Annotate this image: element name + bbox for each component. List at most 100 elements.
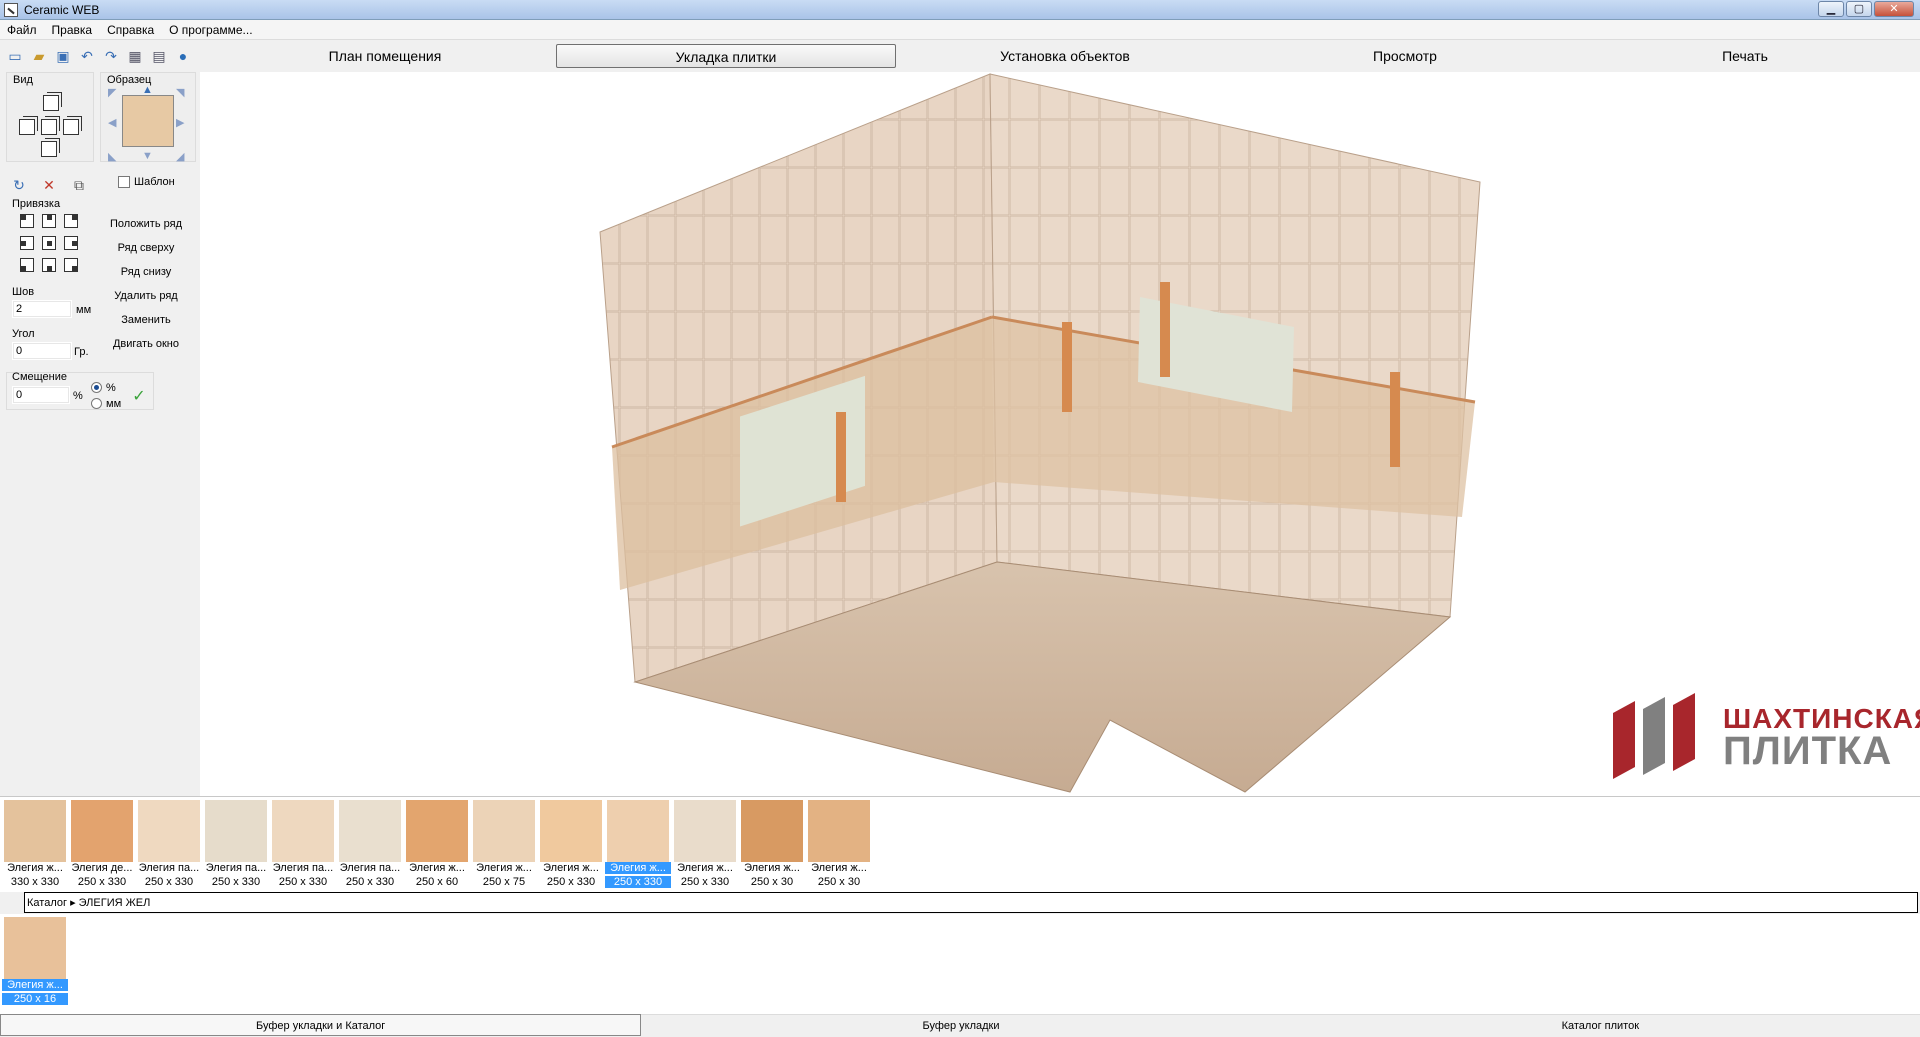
tile-name: Элегия де... [71, 862, 133, 874]
view-front-cube-icon[interactable] [41, 116, 60, 135]
maximize-button[interactable]: ▢ [1846, 1, 1872, 17]
globe-icon[interactable]: ● [174, 47, 192, 65]
offset-mm-radio[interactable] [91, 398, 102, 409]
arrow-up-right-icon[interactable]: ◥ [176, 86, 184, 99]
buffer-tile-strip: Элегия ж... 250 x 16 [0, 914, 1920, 1014]
seam-unit: мм [76, 304, 92, 316]
offset-unit: % [73, 390, 83, 402]
tile-swatch [4, 917, 66, 979]
copy-icon[interactable]: ⧉ [70, 176, 88, 194]
tab-tile-laying[interactable]: Укладка плитки [556, 44, 896, 68]
template-checkbox[interactable] [118, 176, 130, 188]
bottom-tabs: Буфер укладки и Каталог Буфер укладки Ка… [0, 1014, 1920, 1036]
tile-card[interactable]: Элегия ж... 250 x 330 [672, 799, 738, 889]
view-label: Вид [13, 74, 33, 86]
arrow-left-icon[interactable]: ◀ [108, 116, 116, 129]
tile-name: Элегия ж... [543, 862, 599, 874]
row-below-button[interactable]: Ряд снизу [96, 266, 196, 278]
tile-card[interactable]: Элегия ж... 250 x 16 [2, 916, 68, 1006]
replace-button[interactable]: Заменить [96, 314, 196, 326]
tile-card[interactable]: Элегия ж... 250 x 60 [404, 799, 470, 889]
tab-room-plan[interactable]: План помещения [215, 44, 555, 68]
tile-card[interactable]: Элегия па... 250 x 330 [136, 799, 202, 889]
snap-top-left-icon[interactable] [20, 214, 34, 228]
rotate-icon[interactable]: ↻ [10, 176, 28, 194]
apply-checkmark-icon[interactable]: ✓ [130, 387, 148, 405]
offset-input[interactable]: 0 [12, 386, 70, 404]
snap-bottom-right-icon[interactable] [64, 258, 78, 272]
brand-logo: ШАХТИНСКАЯ ПЛИТКА [1605, 683, 1920, 793]
snap-top-center-icon[interactable] [42, 214, 56, 228]
minimize-button[interactable]: ▁ [1818, 1, 1844, 17]
tab-object-placement[interactable]: Установка объектов [895, 44, 1235, 68]
template-label: Шаблон [134, 176, 175, 188]
window-title: Ceramic WEB [24, 3, 100, 17]
tile-swatch [4, 800, 66, 862]
open-folder-icon[interactable]: ▰ [30, 47, 48, 65]
move-window-button[interactable]: Двигать окно [96, 338, 196, 350]
snap-bottom-center-icon[interactable] [42, 258, 56, 272]
arrow-down-right-icon[interactable]: ◢ [176, 150, 184, 163]
redo-icon[interactable]: ↷ [102, 47, 120, 65]
arrow-right-icon[interactable]: ▶ [176, 116, 184, 129]
view-bottom-cube-icon[interactable] [41, 138, 60, 157]
menu-about[interactable]: О программе... [168, 20, 260, 39]
menu-edit[interactable]: Правка [51, 20, 101, 39]
lay-row-button[interactable]: Положить ряд [96, 218, 196, 230]
tile-card[interactable]: Элегия па... 250 x 330 [270, 799, 336, 889]
tile-name: Элегия ж... [605, 862, 671, 874]
tile-size: 250 x 330 [211, 876, 261, 888]
delete-icon[interactable]: ✕ [40, 176, 58, 194]
menu-file[interactable]: Файл [6, 20, 45, 39]
calculator-icon[interactable]: ▦ [126, 47, 144, 65]
tab-buffer[interactable]: Буфер укладки [641, 1014, 1281, 1036]
tile-card[interactable]: Элегия ж... 250 x 30 [806, 799, 872, 889]
offset-label: Смещение [12, 371, 68, 383]
tab-print[interactable]: Печать [1575, 44, 1915, 68]
right-decor-strip-1 [1160, 282, 1170, 377]
tile-swatch [71, 800, 133, 862]
row-above-button[interactable]: Ряд сверху [96, 242, 196, 254]
tile-card[interactable]: Элегия ж... 250 x 30 [739, 799, 805, 889]
snap-center-icon[interactable] [42, 236, 56, 250]
tile-card[interactable]: Элегия ж... 250 x 330 [538, 799, 604, 889]
tile-name: Элегия ж... [677, 862, 733, 874]
angle-unit: Гр. [74, 346, 89, 358]
delete-row-button[interactable]: Удалить ряд [96, 290, 196, 302]
snap-middle-right-icon[interactable] [64, 236, 78, 250]
view-left-cube-icon[interactable] [19, 116, 38, 135]
tile-card[interactable]: Элегия ж... 250 x 330 [605, 799, 671, 889]
tile-card[interactable]: Элегия ж... 330 x 330 [2, 799, 68, 889]
tile-card[interactable]: Элегия де... 250 x 330 [69, 799, 135, 889]
close-button[interactable]: ✕ [1874, 1, 1914, 17]
snap-top-right-icon[interactable] [64, 214, 78, 228]
snap-bottom-left-icon[interactable] [20, 258, 34, 272]
tab-preview[interactable]: Просмотр [1235, 44, 1575, 68]
breadcrumb-current[interactable]: ЭЛЕГИЯ ЖЕЛ [79, 897, 151, 909]
new-file-icon[interactable]: ▭ [6, 47, 24, 65]
seam-input[interactable]: 2 [12, 300, 72, 318]
tile-card[interactable]: Элегия па... 250 x 330 [203, 799, 269, 889]
arrow-down-icon[interactable]: ▼ [142, 150, 153, 162]
menu-help[interactable]: Справка [106, 20, 162, 39]
arrow-down-left-icon[interactable]: ◣ [108, 150, 116, 163]
tab-catalog[interactable]: Каталог плиток [1280, 1014, 1920, 1036]
undo-icon[interactable]: ↶ [78, 47, 96, 65]
tile-size: 250 x 330 [546, 876, 596, 888]
snap-middle-left-icon[interactable] [20, 236, 34, 250]
angle-input[interactable]: 0 [12, 342, 72, 360]
grid-icon[interactable]: ▤ [150, 47, 168, 65]
view-right-cube-icon[interactable] [63, 116, 82, 135]
breadcrumb-root[interactable]: Каталог [27, 897, 67, 909]
tile-card[interactable]: Элегия ж... 250 x 75 [471, 799, 537, 889]
toolbar-icons: ▭ ▰ ▣ ↶ ↷ ▦ ▤ ● [6, 47, 192, 65]
offset-percent-label: % [106, 382, 116, 394]
offset-percent-radio[interactable] [91, 382, 102, 393]
offset-mm-label: мм [106, 398, 122, 410]
tab-buffer-and-catalog[interactable]: Буфер укладки и Каталог [0, 1014, 642, 1036]
view-top-cube-icon[interactable] [43, 92, 62, 111]
tile-card[interactable]: Элегия па... 250 x 330 [337, 799, 403, 889]
arrow-up-left-icon[interactable]: ◤ [108, 86, 116, 99]
tile-size: 250 x 330 [144, 876, 194, 888]
save-icon[interactable]: ▣ [54, 47, 72, 65]
